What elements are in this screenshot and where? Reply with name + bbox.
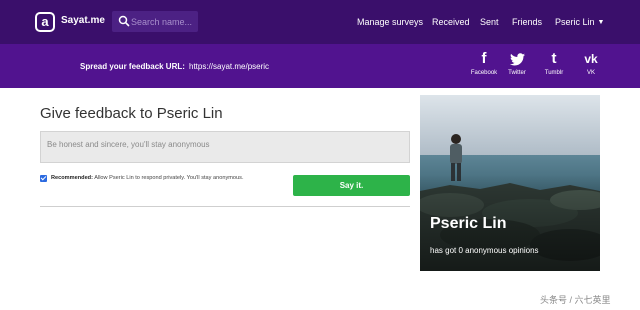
profile-opinion-count: has got 0 anonymous opinions xyxy=(430,246,539,255)
share-twitter-button[interactable]: Twitter xyxy=(500,50,534,76)
nav-manage-surveys[interactable]: Manage surveys xyxy=(357,17,423,27)
nav-sent[interactable]: Sent xyxy=(480,17,499,27)
search-icon xyxy=(118,15,130,27)
user-menu[interactable]: Pseric Lin ▼ xyxy=(555,17,604,27)
share-vk-button[interactable]: vk VK xyxy=(574,50,608,76)
page-title: Give feedback to Pseric Lin xyxy=(40,105,223,122)
user-name: Pseric Lin xyxy=(555,17,595,27)
share-facebook-button[interactable]: f Facebook xyxy=(467,50,501,76)
share-label-tumblr: Tumblr xyxy=(544,70,564,76)
recommended-description: Allow Pseric Lin to respond privately. Y… xyxy=(94,175,244,181)
feedback-url[interactable]: https://sayat.me/pseric xyxy=(189,62,269,71)
tumblr-icon: t xyxy=(551,50,557,67)
watermark-text: 头条号 / 六七英里 xyxy=(540,295,611,305)
spread-url-label: Spread your feedback URL: xyxy=(80,62,185,71)
share-label-facebook: Facebook xyxy=(470,70,498,76)
recommended-checkbox[interactable] xyxy=(40,175,47,182)
recommended-bold-label: Recommended: xyxy=(51,175,93,181)
form-divider xyxy=(40,206,410,207)
chevron-down-icon: ▼ xyxy=(597,19,605,26)
profile-name: Pseric Lin xyxy=(430,215,507,232)
share-label-twitter: Twitter xyxy=(508,70,526,76)
share-tumblr-button[interactable]: t Tumblr xyxy=(537,50,571,76)
twitter-icon xyxy=(500,50,534,68)
profile-photo xyxy=(420,95,600,271)
share-label-vk: VK xyxy=(586,70,595,76)
brand-name[interactable]: Sayat.me xyxy=(61,15,105,26)
sayat-logo-icon[interactable]: a xyxy=(35,12,55,32)
facebook-icon: f xyxy=(481,50,487,67)
feedback-textarea[interactable] xyxy=(40,131,410,163)
profile-card: Pseric Lin has got 0 anonymous opinions xyxy=(420,95,600,271)
vk-icon: vk xyxy=(584,52,598,66)
search-input[interactable] xyxy=(131,11,197,32)
nav-received[interactable]: Received xyxy=(432,17,470,27)
say-it-button[interactable]: Say it. xyxy=(293,175,410,196)
nav-friends[interactable]: Friends xyxy=(512,17,542,27)
recommended-label: Recommended: Allow Pseric Lin to respond… xyxy=(51,175,244,181)
